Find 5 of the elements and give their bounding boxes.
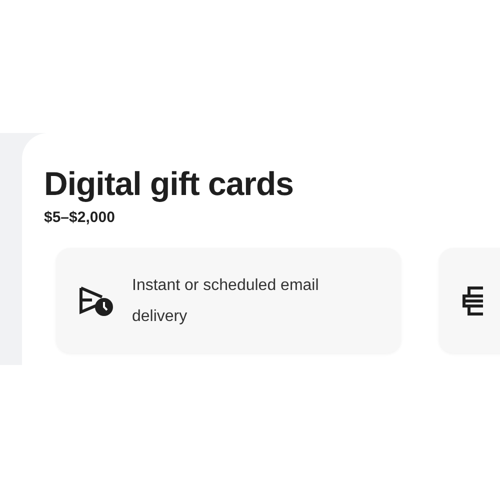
section-title: Digital gift cards bbox=[44, 165, 295, 203]
send-clock-icon bbox=[78, 284, 114, 316]
price-range: $5–$2,000 bbox=[44, 209, 116, 226]
stacked-shapes-icon bbox=[461, 284, 485, 316]
feature-text: Instant or scheduled email delivery bbox=[132, 276, 320, 326]
